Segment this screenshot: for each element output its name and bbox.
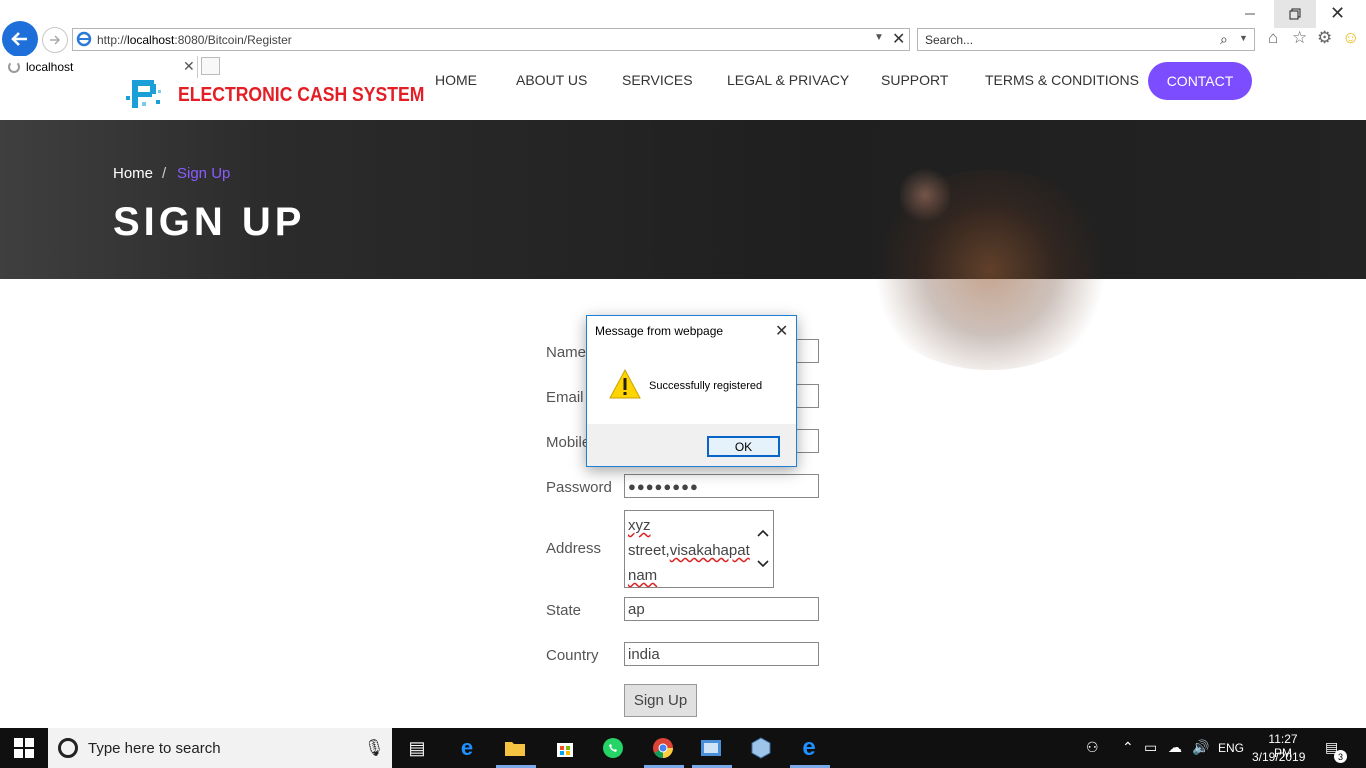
name-label: Name — [546, 344, 587, 361]
dialog-title: Message from webpage — [595, 324, 724, 338]
ok-button[interactable]: OK — [707, 436, 780, 457]
taskbar-search-placeholder: Type here to search — [88, 739, 221, 757]
back-button[interactable] — [2, 21, 38, 57]
dialog-close-button[interactable]: ✕ — [775, 321, 788, 341]
address-line: nam — [628, 567, 658, 584]
home-icon[interactable]: ⌂ — [1268, 28, 1278, 48]
breadcrumb-home[interactable]: Home — [113, 165, 153, 182]
country-field[interactable]: india — [624, 642, 819, 666]
chevron-up-icon — [757, 529, 769, 537]
microphone-icon[interactable]: 🎙 — [364, 738, 384, 758]
whatsapp-icon[interactable] — [600, 735, 626, 761]
notification-badge: 3 — [1334, 750, 1347, 763]
clock-date[interactable]: 3/19/2019 — [1252, 750, 1305, 764]
taskbar-search-input[interactable]: Type here to search — [48, 728, 392, 768]
address-text: visakahapat — [669, 542, 750, 559]
onedrive-icon[interactable]: ☁ — [1168, 739, 1182, 756]
page-title: SIGN UP — [113, 200, 306, 244]
mobile-label: Mobile — [546, 434, 591, 451]
search-icon[interactable]: ⌕ — [1220, 31, 1228, 48]
url-prefix: http:// — [97, 32, 128, 47]
email-label: Email — [546, 389, 584, 406]
hero-photo-detail — [900, 165, 950, 225]
address-textarea[interactable]: xyz street,visakahapat nam — [624, 510, 774, 588]
search-dropdown-icon[interactable]: ▼ — [1239, 33, 1248, 43]
favorites-icon[interactable]: ☆ — [1292, 28, 1307, 48]
language-indicator[interactable]: ENG — [1218, 741, 1244, 755]
minimize-icon — [1245, 13, 1255, 15]
minimize-button[interactable] — [1238, 4, 1262, 22]
state-field[interactable]: ap — [624, 597, 819, 621]
hero-photo — [860, 170, 1120, 370]
browser-search-input[interactable]: Search... — [917, 28, 1255, 51]
app-icon[interactable] — [698, 735, 724, 761]
address-dropdown-icon[interactable]: ▼ — [874, 32, 884, 43]
breadcrumb-separator: / — [162, 165, 167, 182]
url-host: localhost — [127, 32, 175, 47]
password-label: Password — [546, 479, 612, 496]
chevron-up-icon[interactable]: ⌃ — [1122, 739, 1134, 756]
people-icon[interactable]: ⚇ — [1086, 739, 1099, 756]
gear-icon[interactable]: ⚙ — [1317, 28, 1332, 48]
virtualbox-icon[interactable] — [748, 735, 774, 761]
logo-text[interactable]: ELECTRONIC CASH SYSTEM — [178, 84, 424, 107]
chrome-icon[interactable] — [650, 735, 676, 761]
cortana-icon[interactable] — [58, 738, 78, 758]
restore-icon — [1289, 8, 1301, 20]
logo-icon — [126, 80, 161, 108]
textarea-scrollbar[interactable] — [753, 511, 773, 587]
chevron-down-icon — [757, 560, 769, 568]
close-window-button[interactable]: ✕ — [1330, 3, 1345, 24]
forward-button[interactable] — [42, 27, 68, 53]
ie-page-icon — [76, 31, 92, 47]
edge-icon[interactable]: e — [454, 735, 480, 761]
country-label: Country — [546, 647, 599, 664]
breadcrumb-current: Sign Up — [177, 165, 231, 182]
arrow-left-icon — [11, 32, 27, 46]
address-label: Address — [546, 540, 602, 557]
search-placeholder: Search... — [925, 32, 974, 47]
windows-start-icon[interactable] — [14, 738, 34, 758]
file-explorer-icon[interactable] — [502, 735, 528, 761]
restore-button[interactable] — [1274, 0, 1316, 28]
address-line: street,visakahapat — [628, 542, 750, 559]
url-path: :8080/Bitcoin/Register — [174, 32, 292, 47]
address-line: xyz — [628, 517, 651, 534]
address-text: street, — [628, 542, 670, 559]
password-field[interactable]: ●●●●●●●● — [624, 474, 819, 498]
task-view-icon[interactable]: ▤ — [404, 735, 430, 761]
state-label: State — [546, 602, 582, 619]
internet-explorer-icon[interactable]: e — [796, 734, 822, 761]
warning-icon — [609, 368, 641, 399]
volume-icon[interactable]: 🔊 — [1192, 739, 1209, 756]
battery-icon[interactable]: ▭ — [1144, 739, 1157, 756]
store-icon[interactable] — [552, 735, 578, 761]
message-dialog: Message from webpage ✕ Successfully regi… — [586, 315, 797, 467]
smiley-icon[interactable]: ☺ — [1342, 28, 1359, 48]
address-bar[interactable]: http://localhost:8080/Bitcoin/Register — [72, 28, 910, 51]
arrow-right-icon — [50, 35, 61, 45]
dialog-message: Successfully registered — [649, 380, 763, 392]
sign-up-button[interactable]: Sign Up — [624, 684, 697, 717]
stop-icon[interactable]: ✕ — [892, 29, 905, 49]
